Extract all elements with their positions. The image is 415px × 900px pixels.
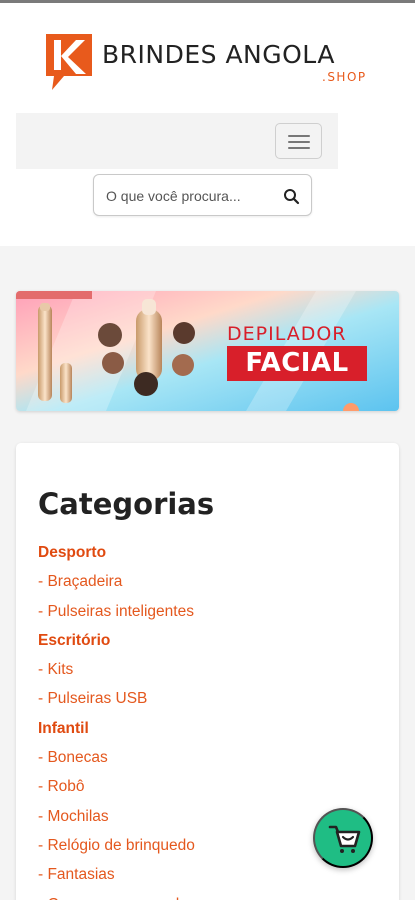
navbar: [16, 113, 338, 169]
logo-name: BRINDES ANGOLA: [102, 40, 335, 69]
search-box: [93, 174, 312, 216]
logo-k-icon: [46, 34, 92, 90]
category-link-robo[interactable]: - Robô: [38, 772, 378, 801]
category-link-pulseiras-inteligentes[interactable]: - Pulseiras inteligentes: [38, 597, 378, 626]
search-icon[interactable]: [283, 188, 300, 205]
category-link-escritorio[interactable]: Escritório: [38, 626, 378, 655]
banner-title-line2: FACIAL: [227, 346, 367, 381]
category-link-bonecas[interactable]: - Bonecas: [38, 743, 378, 772]
category-link-kits[interactable]: - Kits: [38, 655, 378, 684]
category-link-infantil[interactable]: Infantil: [38, 714, 378, 743]
category-link-bracadeira[interactable]: - Braçadeira: [38, 567, 378, 596]
category-link-pulseiras-usb[interactable]: - Pulseiras USB: [38, 684, 378, 713]
hamburger-icon: [288, 135, 310, 137]
shopping-cart-icon: [328, 825, 361, 853]
promo-banner[interactable]: DEPILADOR FACIAL: [16, 291, 399, 411]
menu-toggle-button[interactable]: [275, 123, 322, 159]
search-input[interactable]: [106, 186, 276, 206]
category-link-fantasias[interactable]: - Fantasias: [38, 860, 378, 889]
floating-cart-button[interactable]: [313, 808, 373, 868]
site-header: BRINDES ANGOLA .SHOP: [0, 3, 415, 246]
category-link-carro-com-comando[interactable]: - Carro com comando: [38, 890, 378, 900]
site-logo[interactable]: BRINDES ANGOLA .SHOP: [42, 30, 377, 96]
logo-suffix: .SHOP: [322, 70, 367, 84]
categories-title: Categorias: [38, 487, 215, 521]
category-link-desporto[interactable]: Desporto: [38, 538, 378, 567]
banner-title-line1: DEPILADOR: [227, 323, 347, 345]
